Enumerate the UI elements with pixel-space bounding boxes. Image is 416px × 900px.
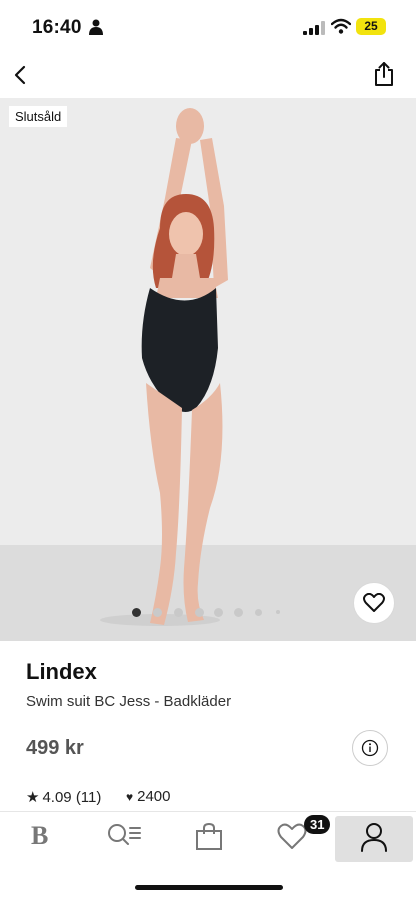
gallery-dot[interactable] xyxy=(255,609,262,616)
gallery-dot[interactable] xyxy=(174,608,183,617)
tab-home[interactable]: B xyxy=(0,816,78,862)
battery-icon: 25 xyxy=(356,18,386,35)
favorites-count-badge: 31 xyxy=(304,815,331,834)
heart-outline-icon xyxy=(363,593,385,612)
profile-icon xyxy=(361,823,387,852)
nav-bar xyxy=(0,52,416,98)
heart-icon: ♥ xyxy=(126,790,134,804)
bottom-tab-bar: B xyxy=(0,811,416,864)
favorite-button[interactable] xyxy=(353,582,395,624)
product-name: Swim suit BC Jess - Badkläder xyxy=(26,693,232,710)
tab-bag[interactable] xyxy=(170,816,248,862)
gallery-dot[interactable] xyxy=(234,608,243,617)
back-icon[interactable] xyxy=(10,64,32,86)
product-image-gallery[interactable]: Slutsåld xyxy=(0,98,416,641)
battery-level: 25 xyxy=(364,19,378,33)
home-indicator xyxy=(135,885,283,890)
heart-outline-icon xyxy=(277,823,307,849)
product-price: 499 kr xyxy=(26,737,84,759)
search-filter-icon xyxy=(108,824,141,845)
product-rating[interactable]: ★ 4.09 (11) xyxy=(26,788,101,806)
info-icon xyxy=(361,739,379,757)
status-time: 16:40 xyxy=(32,17,82,38)
shopping-bag-icon xyxy=(196,822,222,850)
tab-profile[interactable] xyxy=(335,816,413,862)
product-photo-model xyxy=(100,108,228,626)
brand-name[interactable]: Lindex xyxy=(26,659,97,685)
gallery-dot[interactable] xyxy=(153,608,162,617)
sold-out-badge: Slutsåld xyxy=(9,106,68,127)
likes-count: 2400 xyxy=(137,788,171,805)
gallery-dot[interactable] xyxy=(132,608,141,617)
signal-icon xyxy=(303,21,325,35)
share-icon[interactable] xyxy=(372,61,396,87)
gallery-dot[interactable] xyxy=(214,608,223,617)
info-button[interactable] xyxy=(352,730,388,766)
rating-value: 4.09 (11) xyxy=(42,789,102,806)
star-icon: ★ xyxy=(26,789,40,806)
person-icon xyxy=(89,19,103,35)
product-likes: ♥ 2400 xyxy=(126,788,171,805)
gallery-dot[interactable] xyxy=(195,608,204,617)
status-bar: 16:40 25 xyxy=(0,0,416,52)
gallery-dot[interactable] xyxy=(276,610,280,614)
app-logo-icon: B xyxy=(31,821,49,850)
tab-search[interactable] xyxy=(85,816,163,862)
wifi-icon xyxy=(331,18,351,34)
